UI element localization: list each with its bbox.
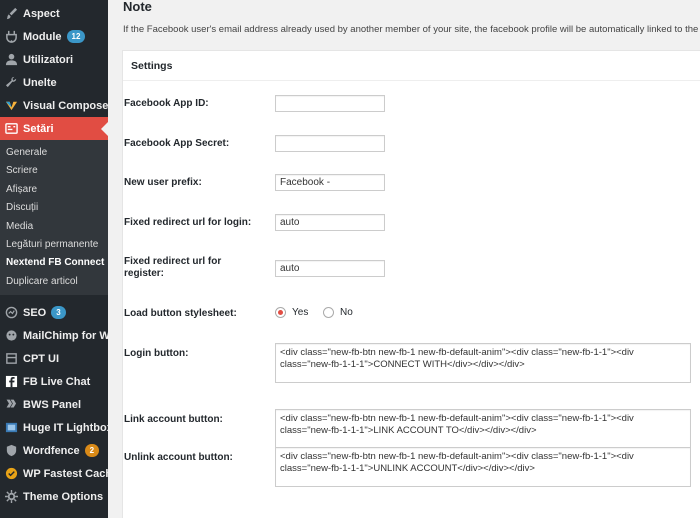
menu-item-wp-fastest-cache[interactable]: WP Fastest Cache [0, 462, 108, 485]
menu-label: BWS Panel [23, 398, 82, 411]
submenu-item-generale[interactable]: Generale [0, 144, 108, 162]
redirect-register-input[interactable] [275, 260, 385, 277]
menu-item-seo[interactable]: SEO 3 [0, 301, 108, 324]
cpt-icon [4, 352, 18, 366]
update-count-badge: 12 [66, 30, 86, 43]
menu-item-mailchimp[interactable]: MailChimp for WP [0, 324, 108, 347]
facebook-app-secret-input[interactable] [275, 135, 385, 152]
stylesheet-no-radio[interactable]: No [323, 307, 353, 318]
facebook-app-secret-label: Facebook App Secret: [124, 138, 230, 149]
link-account-button-textarea[interactable]: <div class="new-fb-btn new-fb-1 new-fb-d… [275, 409, 691, 449]
facebook-app-id-label: Facebook App ID: [124, 98, 209, 109]
wordfence-count-badge: 2 [84, 444, 100, 458]
menu-label: Wordfence [23, 444, 80, 457]
plugin-icon [4, 30, 18, 44]
menu-item-module[interactable]: Module 12 [0, 25, 108, 48]
theme-options-icon [4, 490, 18, 504]
menu-label: Huge IT Lightbox [23, 421, 108, 434]
submenu-item-duplicare-articol[interactable]: Duplicare articol [0, 273, 108, 291]
radio-label: No [340, 307, 353, 318]
note-description: If the Facebook user's email address alr… [123, 24, 699, 35]
seo-icon [4, 306, 18, 320]
menu-item-utilizatori[interactable]: Utilizatori [0, 48, 108, 71]
redirect-login-input[interactable] [275, 214, 385, 231]
menu-item-fb-live-chat[interactable]: FB Live Chat [0, 370, 108, 393]
fb-chat-icon [4, 375, 18, 389]
menu-label: Utilizatori [23, 53, 74, 66]
load-stylesheet-label: Load button stylesheet: [124, 308, 237, 319]
submenu-item-legaturi-permanente[interactable]: Legături permanente [0, 236, 108, 254]
mailchimp-icon [4, 329, 18, 343]
submenu-item-nextend-fb-connect[interactable]: Nextend FB Connect [0, 254, 108, 272]
login-button-label: Login button: [124, 348, 189, 359]
menu-label: MailChimp for WP [23, 329, 108, 342]
note-heading: Note [123, 0, 152, 14]
bws-icon [4, 398, 18, 412]
menu-label: SEO [23, 306, 47, 319]
menu-item-setari[interactable]: Setări [0, 117, 108, 140]
menu-label: CPT UI [23, 352, 60, 365]
menu-item-wordfence[interactable]: Wordfence 2 [0, 439, 108, 462]
admin-sidebar: Aspect Module 12 Utilizatori Unelte Visu… [0, 0, 108, 518]
menu-item-cpt-ui[interactable]: CPT UI [0, 347, 108, 370]
new-user-prefix-input[interactable] [275, 174, 385, 191]
menu-label: Aspect [23, 7, 60, 20]
submenu-item-media[interactable]: Media [0, 218, 108, 236]
user-icon [4, 53, 18, 67]
menu-label: Theme Options [23, 490, 104, 503]
menu-item-huge-it-lightbox[interactable]: Huge IT Lightbox [0, 416, 108, 439]
submenu-item-discutii[interactable]: Discuții [0, 199, 108, 217]
settings-panel: Settings Facebook App ID: Facebook App S… [122, 50, 700, 518]
menu-item-visual-composer[interactable]: Visual Composer [0, 94, 108, 117]
menu-label: Module [23, 30, 62, 43]
menu-item-aspect[interactable]: Aspect [0, 2, 108, 25]
stylesheet-yes-radio[interactable]: Yes [275, 307, 308, 318]
radio-checked-icon [275, 307, 286, 318]
settings-icon [4, 122, 18, 136]
radio-label: Yes [292, 307, 309, 318]
login-button-textarea[interactable]: <div class="new-fb-btn new-fb-1 new-fb-d… [275, 343, 691, 383]
link-account-button-label: Link account button: [124, 414, 223, 425]
unlink-account-button-label: Unlink account button: [124, 452, 233, 463]
cache-icon [4, 467, 18, 481]
settings-submenu: Generale Scriere Afișare Discuții Media … [0, 140, 108, 296]
unlink-account-button-textarea[interactable]: <div class="new-fb-btn new-fb-1 new-fb-d… [275, 447, 691, 487]
menu-label: Setări [23, 122, 54, 135]
lightbox-icon [4, 421, 18, 435]
menu-label: Visual Composer [23, 99, 108, 112]
menu-label: FB Live Chat [23, 375, 91, 388]
redirect-login-label: Fixed redirect url for login: [124, 217, 252, 228]
brush-icon [4, 7, 18, 21]
main-content: Note If the Facebook user's email addres… [108, 0, 700, 518]
visual-composer-icon [4, 99, 18, 113]
seo-count-badge: 3 [51, 306, 66, 320]
submenu-item-scriere[interactable]: Scriere [0, 162, 108, 180]
menu-item-bws-panel[interactable]: BWS Panel [0, 393, 108, 416]
radio-unchecked-icon [323, 307, 334, 318]
submenu-item-afisare[interactable]: Afișare [0, 181, 108, 199]
menu-label: WP Fastest Cache [23, 467, 108, 480]
menu-label: Unelte [23, 76, 57, 89]
wrench-icon [4, 76, 18, 90]
wordfence-icon [4, 444, 18, 458]
menu-item-theme-options[interactable]: Theme Options [0, 485, 108, 508]
facebook-app-id-input[interactable] [275, 95, 385, 112]
redirect-register-label: Fixed redirect url for register: [124, 256, 222, 279]
menu-item-unelte[interactable]: Unelte [0, 71, 108, 94]
settings-panel-header: Settings [123, 51, 700, 81]
new-user-prefix-label: New user prefix: [124, 177, 202, 188]
